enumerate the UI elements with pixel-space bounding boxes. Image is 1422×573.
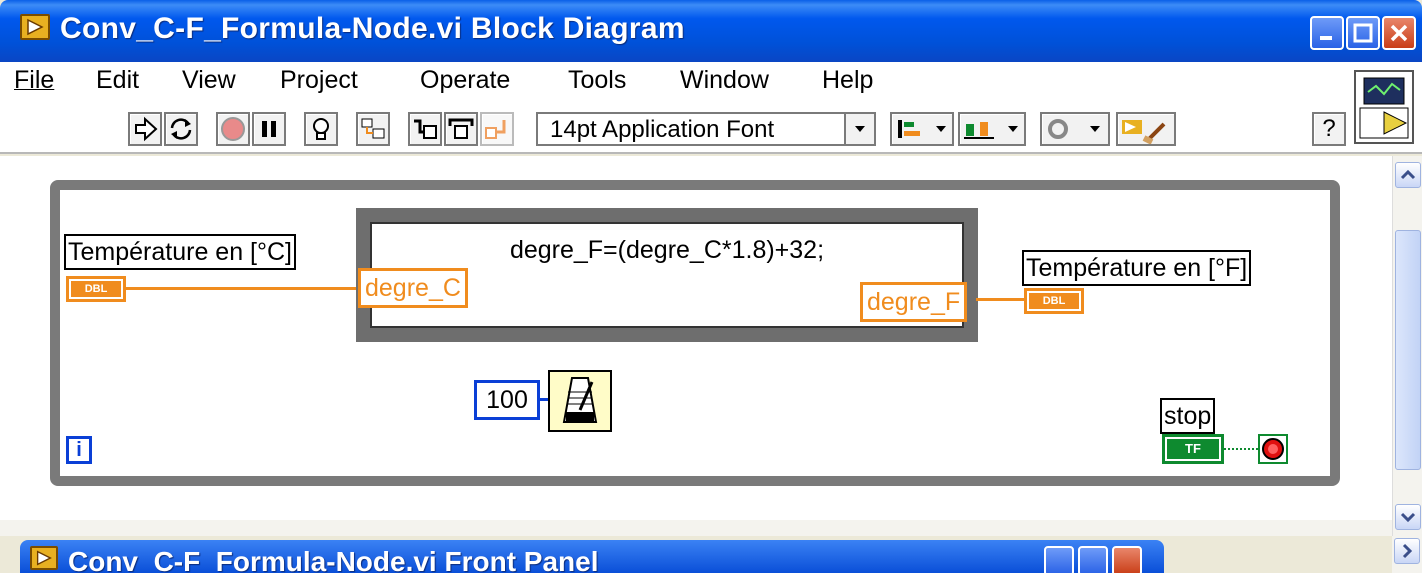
clean-up-diagram-icon	[1122, 120, 1166, 144]
maximize-button[interactable]	[1346, 16, 1380, 50]
front-panel-minimize-button[interactable]	[1044, 546, 1074, 573]
menu-edit[interactable]: Edit	[96, 66, 139, 95]
scroll-corner	[1392, 536, 1422, 573]
minimize-button[interactable]	[1310, 16, 1344, 50]
step-out-button[interactable]	[480, 112, 514, 146]
formula-text[interactable]: degre_F=(degre_C*1.8)+32;	[372, 236, 962, 265]
step-into-button[interactable]	[408, 112, 442, 146]
highlight-execution-icon	[313, 118, 329, 140]
menu-project[interactable]: Project	[280, 66, 358, 95]
step-out-icon	[485, 120, 506, 139]
scroll-thumb[interactable]	[1395, 230, 1421, 470]
menu-file[interactable]: File	[14, 66, 54, 95]
close-button[interactable]	[1382, 16, 1416, 50]
title-bar: Conv_C-F_Formula-Node.vi Block Diagram	[0, 0, 1422, 62]
font-select[interactable]: 14pt Application Font	[536, 112, 876, 146]
abort-button[interactable]	[216, 112, 250, 146]
stop-tf-terminal[interactable]: TF	[1162, 434, 1224, 464]
retain-wire-values-button[interactable]	[356, 112, 390, 146]
run-button[interactable]	[128, 112, 162, 146]
stop-label[interactable]: stop	[1160, 398, 1216, 434]
context-help-button[interactable]: ?	[1312, 112, 1346, 146]
metronome-icon	[562, 377, 598, 423]
input-label[interactable]: Température en [°C]	[64, 234, 296, 270]
front-panel-window-titlebar[interactable]: Conv_C-F_Formula-Node.vi Front Panel	[20, 540, 1164, 573]
loop-condition-terminal[interactable]	[1258, 434, 1288, 464]
menu-window[interactable]: Window	[680, 66, 769, 95]
menu-bar: File Edit View Project Operate Tools Win…	[0, 62, 1422, 104]
help-icon: ?	[1322, 115, 1336, 142]
pause-button[interactable]	[252, 112, 286, 146]
vi-icon[interactable]	[1354, 70, 1414, 144]
highlight-execution-button[interactable]	[304, 112, 338, 146]
wire-input[interactable]	[126, 287, 360, 290]
menu-operate[interactable]: Operate	[420, 66, 510, 95]
chevron-right-icon	[1402, 543, 1413, 559]
output-label[interactable]: Température en [°F]	[1022, 250, 1252, 286]
horizontal-scrollbar[interactable]	[0, 520, 1392, 536]
chevron-down-icon[interactable]	[844, 114, 874, 144]
step-over-button[interactable]	[444, 112, 478, 146]
scroll-up-button[interactable]	[1395, 162, 1421, 188]
align-objects-button[interactable]	[890, 112, 954, 146]
align-objects-icon	[898, 120, 946, 138]
front-panel-close-button[interactable]	[1112, 546, 1142, 573]
input-dbl-terminal[interactable]: DBL	[66, 276, 126, 302]
front-panel-maximize-button[interactable]	[1078, 546, 1108, 573]
run-continuously-icon	[170, 118, 192, 140]
labview-vi-icon	[30, 546, 58, 570]
retain-wire-values-icon	[361, 118, 385, 139]
labview-vi-icon	[20, 14, 50, 40]
vertical-scrollbar[interactable]	[1392, 156, 1422, 536]
formula-output-degre-f[interactable]: degre_F	[860, 282, 968, 322]
pause-icon	[262, 121, 276, 137]
wire-stop[interactable]	[1224, 448, 1258, 450]
chevron-down-icon	[1400, 512, 1416, 523]
front-panel-title: Conv_C-F_Formula-Node.vi Front Panel	[68, 546, 599, 573]
menu-help[interactable]: Help	[822, 66, 873, 95]
toolbar: 14pt Application Font ?	[0, 104, 1422, 154]
step-over-icon	[448, 118, 474, 139]
abort-icon	[221, 117, 245, 141]
scroll-down-button[interactable]	[1395, 504, 1421, 530]
font-select-value: 14pt Application Font	[550, 116, 775, 143]
iteration-terminal[interactable]: i	[66, 436, 92, 464]
formula-input-degre-c[interactable]: degre_C	[358, 268, 468, 308]
wait-ms-function[interactable]	[548, 370, 612, 432]
chevron-up-icon	[1400, 169, 1416, 180]
window-title: Conv_C-F_Formula-Node.vi Block Diagram	[60, 12, 685, 45]
scroll-right-button[interactable]	[1394, 538, 1420, 564]
reorder-icon	[1048, 119, 1100, 139]
stop-sign-icon	[1262, 438, 1284, 460]
wait-constant[interactable]: 100	[474, 380, 540, 420]
output-dbl-indicator[interactable]: DBL	[1024, 288, 1084, 314]
wire-output[interactable]	[976, 298, 1028, 301]
reorder-button[interactable]	[1040, 112, 1110, 146]
run-arrow-icon	[135, 116, 158, 142]
clean-up-diagram-button[interactable]	[1116, 112, 1176, 146]
menu-tools[interactable]: Tools	[568, 66, 626, 95]
distribute-objects-button[interactable]	[958, 112, 1026, 146]
distribute-objects-icon	[964, 122, 1018, 139]
run-continuously-button[interactable]	[164, 112, 198, 146]
menu-view[interactable]: View	[182, 66, 236, 95]
step-into-icon	[414, 119, 437, 139]
